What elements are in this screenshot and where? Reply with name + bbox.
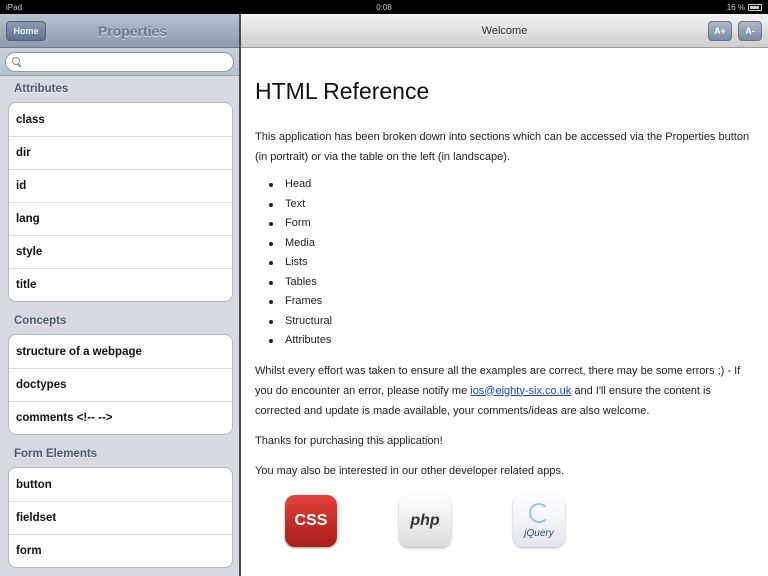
jquery-swirl-icon [529,502,549,523]
errors-paragraph: Whilst every effort was taken to ensure … [255,361,754,421]
detail-nav-bar: Welcome A+ A- [241,14,768,48]
content-heading: HTML Reference [255,78,430,104]
content-area: HTML Reference This application has been… [241,48,768,547]
list-item: Head [269,175,754,195]
sidebar-item-style[interactable]: style [9,235,232,268]
battery-percent: 16 % [726,2,745,12]
sidebar-title: Properties [97,22,168,39]
page-title: Welcome [481,24,528,37]
list-item: Attributes [269,331,754,351]
list-item: Media [269,234,754,254]
sidebar-item-class[interactable]: class [9,103,232,136]
list-item: Structural [269,312,754,332]
list-item: Text [269,195,754,215]
home-button[interactable]: Home [6,21,46,41]
search-field[interactable] [5,52,234,72]
search-icon [12,57,22,67]
other-apps-paragraph: You may also be interested in our other … [255,464,565,477]
form-elements-group: button fieldset form [8,467,233,568]
php-app-icon[interactable]: php [399,494,451,547]
concepts-group: structure of a webpage doctypes comments… [8,334,233,435]
list-item: Tables [269,273,754,293]
css-app-icon[interactable]: CSS [285,494,337,547]
sidebar-item-button[interactable]: button [9,468,232,501]
search-input[interactable] [26,56,233,68]
section-header-attributes: Attributes [14,83,69,95]
list-item: Form [269,214,754,234]
clock: 0:08 [376,2,392,12]
list-item: Lists [269,253,754,273]
apps-row: CSS php jQuery [285,494,754,547]
sidebar-item-dir[interactable]: dir [9,136,232,169]
attributes-group: class dir id lang style title [8,102,233,302]
sidebar: Home Properties Attributes class dir id … [0,14,239,576]
intro-paragraph: This application has been broken down in… [255,131,750,163]
sidebar-item-lang[interactable]: lang [9,202,232,235]
jquery-app-icon[interactable]: jQuery [513,494,565,547]
sidebar-item-comments[interactable]: comments <!-- --> [9,401,232,434]
search-bar [0,48,239,76]
email-link[interactable]: ios@eighty-six.co.uk [470,385,571,397]
jquery-app-label: jQuery [524,527,554,539]
battery-icon [748,3,762,11]
status-bar: iPad 0:08 16 % [0,0,768,14]
sidebar-item-fieldset[interactable]: fieldset [9,501,232,534]
css-app-label: CSS [294,511,328,529]
sidebar-item-structure[interactable]: structure of a webpage [9,335,232,368]
thanks-paragraph: Thanks for purchasing this application! [255,434,443,447]
battery-status: 16 % [727,3,762,12]
sidebar-item-id[interactable]: id [9,169,232,202]
detail-pane: Welcome A+ A- HTML Reference This applic… [241,14,768,576]
carrier-label: iPad [6,2,23,12]
decrease-text-button[interactable]: A- [738,21,762,41]
sidebar-item-form[interactable]: form [9,534,232,567]
sidebar-item-doctypes[interactable]: doctypes [9,368,232,401]
sidebar-item-title[interactable]: title [9,268,232,301]
php-app-label: php [410,511,440,529]
section-header-concepts: Concepts [14,315,67,327]
list-item: Frames [269,292,754,312]
increase-text-button[interactable]: A+ [708,21,732,41]
sidebar-nav-bar: Home Properties [0,14,239,48]
section-header-form-elements: Form Elements [14,448,98,460]
topics-list: Head Text Form Media Lists Tables Frames… [269,175,754,351]
